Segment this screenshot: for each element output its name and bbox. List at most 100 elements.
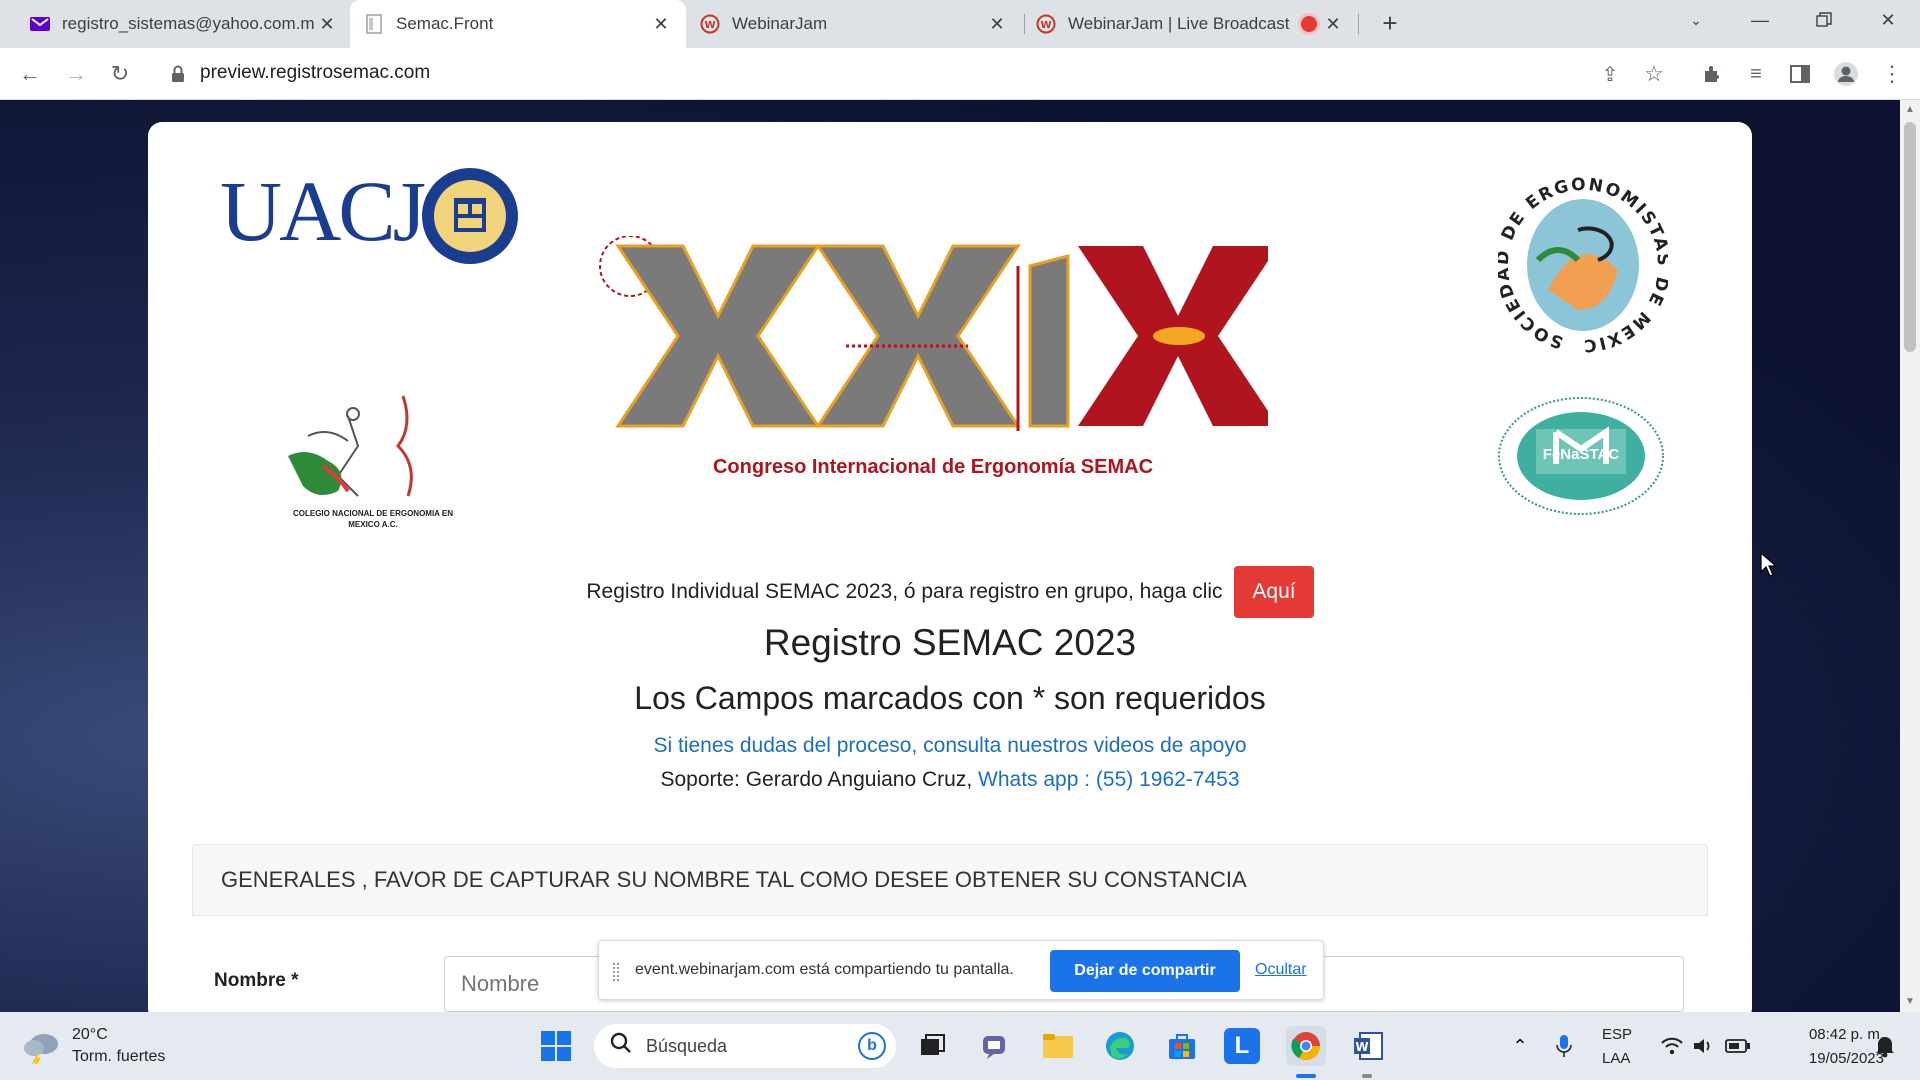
taskbar-search[interactable]: Búsqueda b [594, 1024, 896, 1068]
support-text: Soporte: Gerardo Anguiano Cruz, [660, 768, 973, 791]
support-line: Soporte: Gerardo Anguiano Cruz, Whats ap… [148, 768, 1752, 792]
word-running-indicator [1362, 1074, 1372, 1078]
tab-search-chevron-icon[interactable]: ⌄ [1664, 0, 1728, 40]
task-view-icon[interactable] [912, 1026, 952, 1066]
close-tab-icon[interactable]: ✕ [316, 13, 338, 35]
uacj-logo: UACJ [220, 166, 536, 270]
microsoft-store-icon[interactable] [1162, 1026, 1202, 1066]
whatsapp-link[interactable]: Whats app : (55) 1962-7453 [978, 768, 1240, 791]
tab-semac-front[interactable]: Semac.Front ✕ [350, 0, 686, 48]
xxix-numeral-graphic [599, 235, 1278, 431]
file-explorer-icon[interactable] [1038, 1026, 1078, 1066]
forward-icon[interactable]: → [62, 60, 90, 88]
bing-icon: b [858, 1032, 886, 1060]
chrome-icon[interactable] [1286, 1026, 1326, 1066]
lock-icon[interactable] [164, 60, 192, 88]
share-icon[interactable]: ⇪ [1596, 60, 1624, 88]
help-videos-link[interactable]: Si tienes dudas del proceso, consulta nu… [148, 734, 1752, 758]
weather-storm-icon[interactable] [22, 1028, 62, 1065]
screen-share-bar: event.webinarjam.com está compartiendo t… [598, 940, 1324, 1000]
close-window-icon[interactable]: ✕ [1856, 0, 1920, 40]
edge-browser-icon[interactable] [1100, 1026, 1140, 1066]
search-placeholder: Búsqueda [646, 1035, 728, 1056]
tab-title: registro_sistemas@yahoo.com.m [62, 14, 314, 33]
clock-date[interactable]: 19/05/2023 [1776, 1050, 1884, 1067]
close-tab-icon[interactable]: ✕ [1322, 13, 1344, 35]
show-hidden-icons-chevron[interactable]: ⌃ [1500, 1026, 1540, 1066]
mouse-cursor-icon [1760, 552, 1778, 577]
sociedad-seal-icon: SOCIEDAD DE ERGONOMISTAS DE MEXICO A.C. [1490, 155, 1672, 355]
windows-taskbar: 20°C Torm. fuertes Búsqueda b L W ⌃ ESP … [0, 1012, 1920, 1080]
l-app-icon[interactable]: L [1224, 1028, 1260, 1064]
profile-avatar-icon[interactable] [1832, 60, 1860, 88]
uacj-seal-icon [422, 168, 518, 264]
scroll-up-icon[interactable]: ▲ [1905, 104, 1915, 115]
required-fields-note: Los Campos marcados con * son requeridos [634, 680, 1266, 716]
scroll-down-icon[interactable]: ▼ [1905, 996, 1915, 1007]
intro-text: Registro Individual SEMAC 2023, ó para r… [586, 580, 1223, 603]
tab-webinarjam[interactable]: W WebinarJam ✕ [686, 0, 1022, 48]
word-app-icon[interactable]: W [1348, 1026, 1388, 1066]
search-icon [610, 1032, 632, 1060]
webinarjam-icon: W [700, 14, 720, 34]
close-tab-icon[interactable]: ✕ [650, 13, 672, 35]
address-bar-url[interactable]: preview.registrosemac.com [200, 62, 430, 84]
weather-temp[interactable]: 20°C [72, 1026, 108, 1044]
extensions-icon[interactable] [1698, 60, 1726, 88]
windows-start-icon[interactable] [536, 1026, 576, 1066]
colegio-ergonomia-logo: COLEGIO NACIONAL DE ERGONOMIA EN MEXICO … [278, 386, 468, 536]
reload-icon[interactable]: ↻ [106, 60, 134, 88]
share-message: event.webinarjam.com está compartiendo t… [635, 961, 1014, 978]
tab-mail[interactable]: registro_sistemas@yahoo.com.m ✕ [16, 0, 352, 48]
svg-text:W: W [1040, 20, 1051, 31]
reading-list-icon[interactable]: ≡ [1742, 60, 1770, 88]
microphone-icon[interactable] [1544, 1026, 1584, 1066]
keyboard-layout[interactable]: LAA [1602, 1050, 1630, 1067]
page-viewport: UACJ Congreso Internacional de Ergonomía… [0, 100, 1900, 1012]
tab-title: WebinarJam | Live Broadcast [1068, 14, 1290, 33]
chrome-active-indicator [1296, 1074, 1316, 1078]
battery-icon[interactable] [1718, 1026, 1758, 1066]
section-title: GENERALES , FAVOR DE CAPTURAR SU NOMBRE … [221, 867, 1247, 892]
bookmark-star-icon[interactable]: ☆ [1640, 60, 1668, 88]
tab-strip: registro_sistemas@yahoo.com.m ✕ Semac.Fr… [0, 0, 1920, 48]
page-icon [364, 14, 384, 34]
new-tab-icon[interactable]: + [1376, 10, 1404, 38]
back-icon[interactable]: ← [16, 60, 44, 88]
clock-time[interactable]: 08:42 p. m. [1776, 1026, 1884, 1043]
nombre-label: Nombre * [214, 970, 299, 991]
side-panel-icon[interactable] [1786, 60, 1814, 88]
section-generales-header: GENERALES , FAVOR DE CAPTURAR SU NOMBRE … [192, 844, 1708, 916]
sociedad-ergonomistas-logo: SOCIEDAD DE ERGONOMISTAS DE MEXICO A.C. [1490, 155, 1672, 360]
tab-webinarjam-live[interactable]: W WebinarJam | Live Broadcast ✕ [1022, 0, 1358, 48]
scrollbar-thumb[interactable] [1904, 122, 1916, 352]
language-indicator[interactable]: ESP [1602, 1026, 1632, 1043]
browser-toolbar: ← → ↻ preview.registrosemac.com ⇪ ☆ ≡ ⋮ [0, 48, 1920, 100]
mail-icon [30, 14, 50, 34]
weather-desc[interactable]: Torm. fuertes [72, 1048, 165, 1066]
drag-handle-icon[interactable] [613, 963, 619, 981]
tab-title: Semac.Front [396, 14, 494, 33]
page-scrollbar[interactable]: ▲ ▼ [1900, 100, 1920, 1012]
intro-line: Registro Individual SEMAC 2023, ó para r… [148, 566, 1752, 618]
minimize-icon[interactable]: — [1728, 0, 1792, 40]
stop-sharing-button[interactable]: Dejar de compartir [1050, 950, 1240, 992]
registration-card: UACJ Congreso Internacional de Ergonomía… [148, 122, 1752, 1012]
menu-kebab-icon[interactable]: ⋮ [1878, 60, 1906, 88]
webinarjam-icon: W [1036, 14, 1056, 34]
page-title: Registro SEMAC 2023 [763, 622, 1137, 663]
hide-share-bar-link[interactable]: Ocultar [1255, 961, 1307, 979]
svg-text:W: W [1355, 1040, 1368, 1054]
close-tab-icon[interactable]: ✕ [986, 13, 1008, 35]
teams-chat-icon[interactable] [976, 1026, 1016, 1066]
svg-text:W: W [704, 20, 715, 31]
colegio-figure-icon [288, 395, 413, 497]
tab-title: WebinarJam [732, 14, 828, 33]
group-registration-button[interactable]: Aquí [1234, 566, 1314, 618]
restore-icon[interactable] [1792, 0, 1856, 40]
recording-icon [1301, 16, 1318, 32]
tab-separator [1358, 14, 1359, 34]
xxix-congress-logo: Congreso Internacional de Ergonomía SEMA… [598, 235, 1278, 496]
fenastac-logo: FeNaSTAC [1496, 394, 1666, 524]
notifications-icon[interactable] [1870, 1026, 1900, 1066]
